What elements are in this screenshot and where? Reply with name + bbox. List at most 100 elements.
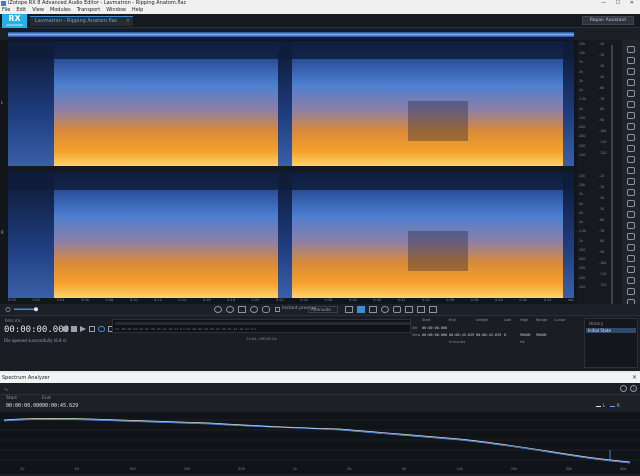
- view-low[interactable]: 0: [504, 333, 506, 337]
- spectrum-freq-label: 2k: [347, 467, 352, 471]
- lasso-icon[interactable]: [381, 306, 389, 313]
- module-icon[interactable]: [627, 90, 635, 97]
- db-tick-label: -100: [599, 129, 607, 134]
- snapshot-icon[interactable]: ∿: [4, 387, 8, 393]
- hand-icon[interactable]: [262, 306, 270, 313]
- module-icon[interactable]: [627, 200, 635, 207]
- module-icon[interactable]: [627, 233, 635, 240]
- freq-select-tool-icon[interactable]: [369, 306, 377, 313]
- module-icon[interactable]: [627, 101, 635, 108]
- menu-edit[interactable]: Edit: [16, 7, 26, 14]
- module-icon[interactable]: [627, 244, 635, 251]
- harmonic-select-icon[interactable]: [417, 306, 425, 313]
- freq-tick-label: -3k: [578, 78, 584, 83]
- row-view-label: View: [412, 333, 421, 337]
- spectrum-freq-label: 500: [238, 467, 245, 471]
- module-icon[interactable]: [627, 145, 635, 152]
- module-icon[interactable]: [627, 266, 635, 273]
- stop-icon[interactable]: [71, 326, 77, 332]
- menu-file[interactable]: File: [2, 7, 10, 14]
- module-icon[interactable]: [627, 57, 635, 64]
- time-select-tool-icon[interactable]: [345, 306, 353, 313]
- time-tick-label: 0:22: [275, 298, 284, 302]
- freq-tick-label: -500: [578, 257, 586, 262]
- loop-icon[interactable]: [98, 326, 105, 332]
- play-icon[interactable]: [80, 326, 86, 332]
- pause-icon[interactable]: [89, 326, 95, 332]
- col-high: High: [520, 318, 529, 322]
- process-mode-select[interactable]: Attenuate: [308, 306, 338, 313]
- db-tick-label: -30: [599, 184, 605, 189]
- sel-start[interactable]: 00:00:00.000: [422, 326, 447, 330]
- module-icon[interactable]: [627, 189, 635, 196]
- module-icon[interactable]: [627, 222, 635, 229]
- info-icon[interactable]: i: [630, 385, 637, 392]
- db-tick-label: -70: [599, 228, 605, 233]
- freq-tick-label: -15k: [578, 42, 586, 46]
- module-icon[interactable]: [627, 112, 635, 119]
- repair-assistant-button[interactable]: Repair Assistant: [582, 16, 634, 25]
- menu-window[interactable]: Window: [106, 7, 126, 14]
- view-end[interactable]: 00:00:45.629: [449, 333, 474, 337]
- gear-icon[interactable]: [620, 385, 627, 392]
- module-icon[interactable]: [627, 134, 635, 141]
- close-tab-icon[interactable]: ×: [126, 17, 130, 26]
- module-icon[interactable]: [627, 211, 635, 218]
- view-range[interactable]: 96000: [536, 333, 547, 337]
- module-icon[interactable]: [627, 255, 635, 262]
- time-tick-label: 0:12: [154, 298, 162, 302]
- spectrum-plot[interactable]: 20 50 100 200 500 1k 2k 5k 10k 20k 30k 40k: [0, 412, 640, 474]
- freq-tick-label: -7k: [578, 192, 584, 197]
- zoom-out-icon[interactable]: [226, 306, 234, 313]
- output-volume-slider[interactable]: [611, 45, 613, 320]
- module-icon[interactable]: [627, 167, 635, 174]
- close-icon[interactable]: ✕: [632, 373, 637, 383]
- time-tick-label: 0:02: [32, 298, 41, 302]
- zoom-fit-icon[interactable]: [238, 306, 246, 313]
- rx-logo: RX ADVANCED: [2, 14, 27, 28]
- menu-view[interactable]: View: [32, 7, 44, 14]
- time-tick-label: 0:08: [105, 298, 114, 302]
- search-icon[interactable]: [250, 306, 258, 313]
- zoom-in-icon[interactable]: [214, 306, 222, 313]
- sa-end-value[interactable]: 00:00:45.629: [42, 403, 78, 409]
- module-icon[interactable]: [627, 46, 635, 53]
- waveform-overview[interactable]: [8, 29, 574, 40]
- spectrogram-display[interactable]: [8, 41, 574, 298]
- db-tick-label: -120: [599, 283, 607, 288]
- record-icon[interactable]: [62, 326, 68, 332]
- menu-transport[interactable]: Transport: [77, 7, 100, 14]
- brush-icon[interactable]: [393, 306, 401, 313]
- magnet-icon[interactable]: [429, 306, 437, 313]
- module-icon[interactable]: [627, 277, 635, 284]
- instant-process-checkbox[interactable]: [275, 307, 280, 312]
- module-icon[interactable]: [627, 123, 635, 130]
- menu-modules[interactable]: Modules: [50, 7, 71, 14]
- time-format-label[interactable]: hms.ms: [5, 318, 21, 323]
- module-icon[interactable]: [627, 79, 635, 86]
- module-icon[interactable]: [627, 288, 635, 295]
- row-sel-label: Sel: [412, 326, 418, 330]
- view-start[interactable]: 00:00:00.000: [422, 333, 447, 337]
- time-freq-select-tool-icon[interactable]: [357, 306, 365, 313]
- time-format[interactable]: h:m:s.ms: [449, 340, 465, 344]
- db-tick-label: -20: [599, 42, 605, 46]
- legend-l: L: [603, 403, 606, 408]
- view-length[interactable]: 00:00:45.629: [476, 333, 501, 337]
- freq-tick-label: -200: [578, 143, 586, 148]
- freq-tick-label: -1.5k: [578, 229, 587, 234]
- menu-help[interactable]: Help: [132, 7, 143, 14]
- view-high[interactable]: 96000: [520, 333, 531, 337]
- module-icon[interactable]: [627, 68, 635, 75]
- module-icon[interactable]: [627, 178, 635, 185]
- file-tab[interactable]: Lavmatron - Ripping Anatom.flac ×: [30, 16, 133, 26]
- db-tick-label: -70: [599, 96, 605, 101]
- window-controls[interactable]: — ☐ ✕: [601, 0, 638, 7]
- time-tick-label: 0:20: [251, 298, 260, 302]
- spectrum-freq-label: 30k: [565, 467, 572, 471]
- wand-icon[interactable]: [405, 306, 413, 313]
- sa-start-value[interactable]: 00:00:00.000: [6, 403, 42, 409]
- history-item-initial[interactable]: Initial State: [586, 328, 636, 333]
- freq-tick-label: -100: [578, 152, 586, 157]
- module-icon[interactable]: [627, 156, 635, 163]
